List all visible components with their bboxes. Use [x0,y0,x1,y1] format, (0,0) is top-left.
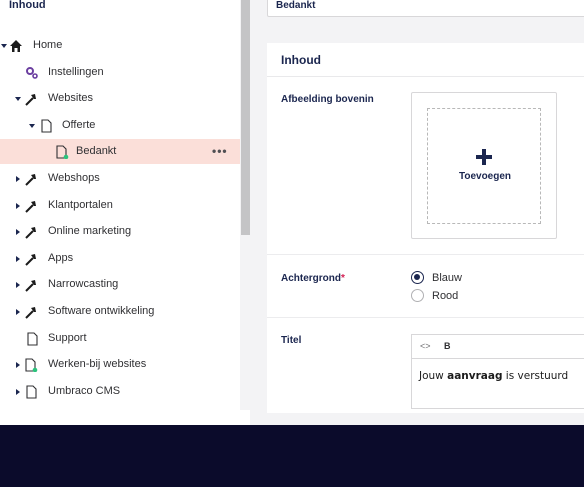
document-published-icon [56,145,69,159]
hammer-icon [25,227,36,239]
caret-down-icon[interactable] [29,124,35,128]
more-actions-icon[interactable]: ••• [212,144,228,158]
tree-item-label: Online marketing [48,225,132,237]
tree-item-label: Websites [48,92,94,104]
required-mark: * [341,273,345,284]
tree-item-home[interactable]: Home [0,33,240,58]
tree-item-label: Umbraco CMS [48,385,121,397]
editor-content[interactable]: Jouw aanvraag is verstuurd [419,370,568,382]
tree-item-online-marketing[interactable]: Online marketing [0,219,240,244]
tree-item-umbraco-cms[interactable]: Umbraco CMS [0,379,240,404]
hammer-icon [25,280,36,292]
app-window: Inhoud Home Instellingen Websites Offert… [0,0,584,425]
tree-item-label: Apps [48,252,74,264]
tree-item-support[interactable]: Support [0,326,240,351]
background-property-label: Achtergrond* [281,273,345,284]
media-add-label: Toevoegen [458,171,512,182]
gears-icon [26,67,38,79]
tree-item-webshops[interactable]: Webshops [0,166,240,191]
content-tree: Inhoud Home Instellingen Websites Offert… [0,0,240,425]
caret-right-icon[interactable] [16,362,20,368]
tree-section-title: Inhoud [9,0,46,11]
document-icon [26,385,37,399]
media-picker: Toevoegen [411,92,557,239]
tree-item-klantportalen[interactable]: Klantportalen [0,193,240,218]
radio-checked-icon[interactable] [411,271,424,284]
caret-right-icon[interactable] [16,203,20,209]
divider [267,317,584,318]
tree-item-software-ontwikkeling[interactable]: Software ontwikkeling [0,299,240,324]
hammer-icon [25,201,36,213]
tree-item-label: Offerte [62,119,96,131]
title-property-label: Titel [281,335,302,346]
tree-item-narrowcasting[interactable]: Narrowcasting [0,272,240,297]
hammer-icon [25,174,36,186]
rich-text-editor[interactable]: <> B Jouw aanvraag is verstuurd [411,334,584,409]
caret-down-icon[interactable] [1,44,7,48]
radio-option-blauw[interactable]: Blauw [411,271,462,284]
node-name-field[interactable]: Bedankt [267,0,584,17]
bold-button[interactable]: B [444,341,451,351]
caret-right-icon[interactable] [16,176,20,182]
hammer-icon [25,94,36,106]
panel-header: Inhoud [267,43,584,77]
tree-item-label: Webshops [48,172,100,184]
tree-item-label: Narrowcasting [48,278,119,290]
radio-label: Blauw [432,271,462,284]
document-icon [27,332,38,346]
tree-item-instellingen[interactable]: Instellingen [0,60,240,85]
tree-scrollbar-thumb[interactable] [241,0,250,235]
source-code-button[interactable]: <> [420,341,431,351]
tree-item-label: Support [48,332,87,344]
document-icon [41,119,52,133]
caret-right-icon[interactable] [16,282,20,288]
tree-item-label: Software ontwikkeling [48,305,155,317]
tree-item-label: Instellingen [48,66,104,78]
caret-right-icon[interactable] [16,229,20,235]
radio-option-rood[interactable]: Rood [411,289,458,302]
tree-item-offerte[interactable]: Offerte [0,113,240,138]
caret-right-icon[interactable] [16,256,20,262]
tree-item-apps[interactable]: Apps [0,246,240,271]
caret-right-icon[interactable] [16,389,20,395]
bottom-band [0,425,584,487]
media-add-button[interactable]: Toevoegen [427,108,541,224]
plus-icon [476,149,492,165]
content-panel: Inhoud Afbeelding bovenin Toevoegen Acht… [267,43,584,413]
caret-right-icon[interactable] [16,309,20,315]
caret-down-icon[interactable] [15,97,21,101]
tree-item-label: Klantportalen [48,199,113,211]
radio-unchecked-icon[interactable] [411,289,424,302]
hammer-icon [25,307,36,319]
hammer-icon [25,254,36,266]
editor-toolbar: <> B [412,335,584,359]
divider [267,254,584,255]
tree-item-websites[interactable]: Websites [0,86,240,111]
panel-title: Inhoud [281,53,321,67]
home-icon [10,40,22,52]
radio-label: Rood [432,289,459,302]
tree-item-label: Bedankt [76,145,117,157]
tree-item-werken-bij-websites[interactable]: Werken-bij websites [0,352,240,377]
tree-item-label: Werken-bij websites [48,358,147,370]
media-property-label: Afbeelding bovenin [281,94,374,105]
tree-item-label: Home [33,39,63,51]
node-name-value: Bedankt [276,0,316,11]
document-published-icon [25,358,38,372]
tree-item-bedankt[interactable]: Bedankt ••• [0,139,240,164]
